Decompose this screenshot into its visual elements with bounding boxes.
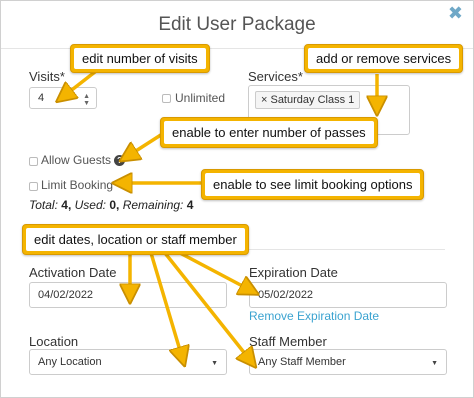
- callout-guests: enable to enter number of passes: [160, 117, 378, 148]
- callout-limit-booking-text: enable to see limit booking options: [205, 173, 421, 196]
- callout-edit-visits-text: edit number of visits: [74, 48, 206, 69]
- callout-dates-text: edit dates, location or staff member: [26, 228, 245, 251]
- callout-limit-booking: enable to see limit booking options: [201, 169, 425, 200]
- callout-services-text: add or remove services: [308, 48, 460, 69]
- callout-dates: edit dates, location or staff member: [22, 224, 249, 255]
- callout-edit-visits: edit number of visits: [70, 44, 210, 73]
- callout-services: add or remove services: [304, 44, 464, 73]
- callout-guests-text: enable to enter number of passes: [164, 121, 374, 144]
